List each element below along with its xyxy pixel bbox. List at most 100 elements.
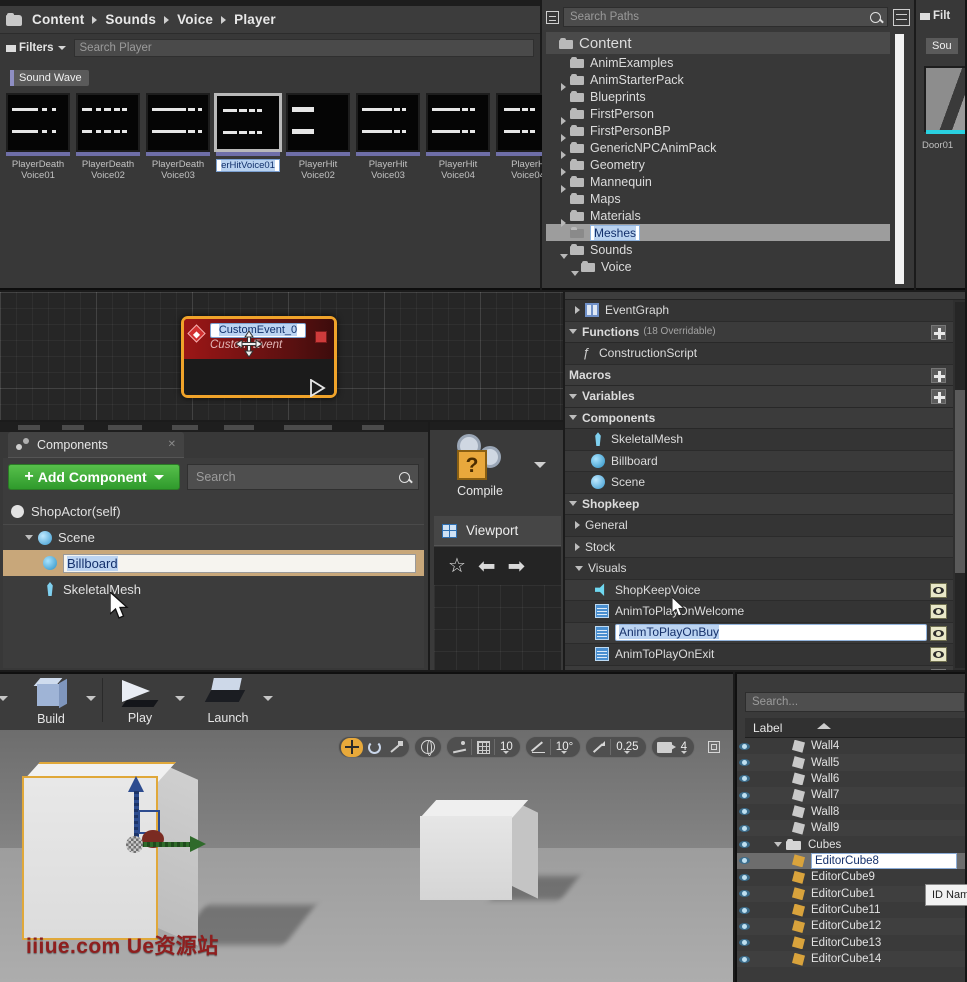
sources-tree-item[interactable]: Blueprints xyxy=(546,88,890,105)
sources-tree-item[interactable]: Maps xyxy=(546,190,890,207)
angle-snap-value[interactable]: 10° xyxy=(551,741,578,753)
breadcrumb-item-sounds[interactable]: Sounds xyxy=(105,12,156,27)
tab-components[interactable]: Components ✕ xyxy=(8,432,184,458)
my-blueprint-item[interactable]: Visuals xyxy=(565,558,953,580)
component-tree-item[interactable]: Billboard xyxy=(3,550,424,576)
components-search-input[interactable]: Search xyxy=(187,464,419,490)
sources-scrollbar-thumb[interactable] xyxy=(895,34,904,284)
scale-snap-value[interactable]: 0.25 xyxy=(611,741,643,753)
back-arrow-icon[interactable]: ⬅ xyxy=(478,556,496,577)
visibility-eye-icon[interactable] xyxy=(930,583,947,598)
launch-button[interactable]: Launch xyxy=(191,674,265,726)
move-tool-button[interactable] xyxy=(341,738,363,757)
world-space-toggle[interactable] xyxy=(417,738,439,757)
camera-speed-value[interactable]: 4 xyxy=(676,741,692,753)
component-tree-item[interactable]: SkeletalMesh xyxy=(3,576,424,602)
grid-snap-toggle[interactable] xyxy=(472,738,494,757)
blueprint-menu-bar[interactable] xyxy=(0,422,428,432)
visibility-eye-icon[interactable] xyxy=(737,808,752,815)
asset-item[interactable]: erHitVoice01 xyxy=(216,93,280,218)
gizmo-origin-handle[interactable] xyxy=(126,836,143,853)
sources-tree-item[interactable]: Voice xyxy=(546,258,890,275)
actor-rename-input[interactable]: EditorCube8 xyxy=(811,853,957,869)
chevron-right-icon[interactable] xyxy=(575,521,580,529)
menu-asset[interactable] xyxy=(108,425,142,430)
my-blueprint-item[interactable]: General xyxy=(565,515,953,537)
visibility-eye-icon[interactable] xyxy=(737,939,752,946)
outliner-search-input[interactable]: Search... xyxy=(745,692,965,712)
visibility-eye-icon[interactable] xyxy=(737,759,752,766)
add-button[interactable] xyxy=(931,669,946,671)
visibility-eye-icon[interactable] xyxy=(737,956,752,963)
gizmo-x-arrow[interactable] xyxy=(190,836,206,852)
add-button[interactable] xyxy=(931,325,946,340)
sources-tree-item[interactable]: Geometry xyxy=(546,156,890,173)
visibility-eye-icon[interactable] xyxy=(737,775,752,782)
breadcrumb-item-content[interactable]: Content xyxy=(32,12,84,27)
my-blueprint-item[interactable]: ShopKeepVoice xyxy=(565,580,953,602)
sources-tree-item[interactable]: GenericNPCAnimPack xyxy=(546,139,890,156)
angle-snap-toggle[interactable] xyxy=(528,738,550,757)
component-rename-input[interactable]: Billboard xyxy=(63,554,416,573)
visibility-eye-icon[interactable] xyxy=(737,907,752,914)
my-blueprint-item[interactable]: Stock xyxy=(565,537,953,559)
asset-thumbnail[interactable] xyxy=(76,93,140,152)
visibility-eye-icon[interactable] xyxy=(737,890,752,897)
visibility-eye-icon[interactable] xyxy=(737,923,752,930)
my-blueprint-item[interactable]: EventGraph xyxy=(565,300,953,322)
surface-snap-toggle[interactable] xyxy=(449,738,471,757)
component-tree-item[interactable]: Scene xyxy=(3,524,424,550)
outliner-column-header[interactable]: Label xyxy=(745,718,965,738)
asset-rename-input[interactable]: erHitVoice01 xyxy=(216,159,280,172)
my-blueprint-section[interactable]: Components xyxy=(565,408,953,430)
filters-button[interactable]: Filters xyxy=(6,42,66,54)
chevron-right-icon[interactable] xyxy=(575,306,580,314)
chevron-down-icon[interactable] xyxy=(569,501,577,506)
folder-rename-input[interactable]: Meshes xyxy=(590,225,640,241)
visibility-eye-icon[interactable] xyxy=(930,604,947,619)
outliner-row[interactable]: Wall4 xyxy=(737,738,967,754)
gizmo-x-axis[interactable] xyxy=(138,842,194,847)
grid-snap-value[interactable]: 10 xyxy=(495,741,518,753)
outliner-row[interactable]: EditorCube8 xyxy=(737,853,967,869)
outliner-row[interactable]: Wall7 xyxy=(737,787,967,803)
asset-thumbnail[interactable] xyxy=(146,93,210,152)
chevron-down-icon[interactable] xyxy=(774,842,782,847)
sources-scrollbar[interactable] xyxy=(895,34,904,284)
secondary-filters-button[interactable]: Filt xyxy=(920,10,950,22)
outliner-row[interactable]: Wall9 xyxy=(737,820,967,836)
chevron-down-icon[interactable] xyxy=(25,535,33,540)
outliner-row[interactable]: Wall5 xyxy=(737,754,967,770)
sources-tree-item[interactable]: AnimExamples xyxy=(546,54,890,71)
my-blueprint-section[interactable]: Macros xyxy=(565,365,953,387)
outliner-row[interactable]: Wall6 xyxy=(737,771,967,787)
asset-thumbnail[interactable] xyxy=(426,93,490,152)
visibility-eye-icon[interactable] xyxy=(737,792,752,799)
visibility-eye-icon[interactable] xyxy=(930,626,947,641)
my-blueprint-section[interactable]: Functions (18 Overridable) xyxy=(565,322,953,344)
add-button[interactable] xyxy=(931,389,946,404)
add-component-button[interactable]: + Add Component xyxy=(8,464,180,490)
my-blueprint-scrollbar[interactable] xyxy=(955,302,965,668)
breadcrumb-item-voice[interactable]: Voice xyxy=(177,12,213,27)
sort-ascending-icon[interactable] xyxy=(817,723,831,729)
compile-button[interactable]: ? Compile xyxy=(438,434,522,506)
menu-window[interactable] xyxy=(284,425,332,430)
camera-speed-icon[interactable] xyxy=(654,738,676,757)
asset-type-pill[interactable]: Sound Wave xyxy=(10,70,89,86)
my-blueprint-item[interactable]: AnimToPlayOnBuy xyxy=(565,623,953,645)
build-button[interactable]: Build xyxy=(14,674,88,726)
close-icon[interactable]: ✕ xyxy=(168,439,176,450)
visibility-eye-icon[interactable] xyxy=(737,857,752,864)
paths-search-input[interactable]: Search Paths xyxy=(563,7,888,27)
asset-item[interactable]: PlayerHitVoice03 xyxy=(356,93,420,218)
sources-menu-icon[interactable] xyxy=(546,11,559,24)
maximize-viewport-button[interactable] xyxy=(703,738,725,757)
my-blueprint-item[interactable]: Scene xyxy=(565,472,953,494)
sources-tree-item[interactable]: Sounds xyxy=(546,241,890,258)
outliner-row[interactable]: EditorCube14 xyxy=(737,951,967,967)
sources-tree-item[interactable]: Materials xyxy=(546,207,890,224)
my-blueprint-item[interactable]: Billboard xyxy=(565,451,953,473)
outliner-row[interactable]: Wall8 xyxy=(737,804,967,820)
scale-tool-button[interactable] xyxy=(385,738,407,757)
